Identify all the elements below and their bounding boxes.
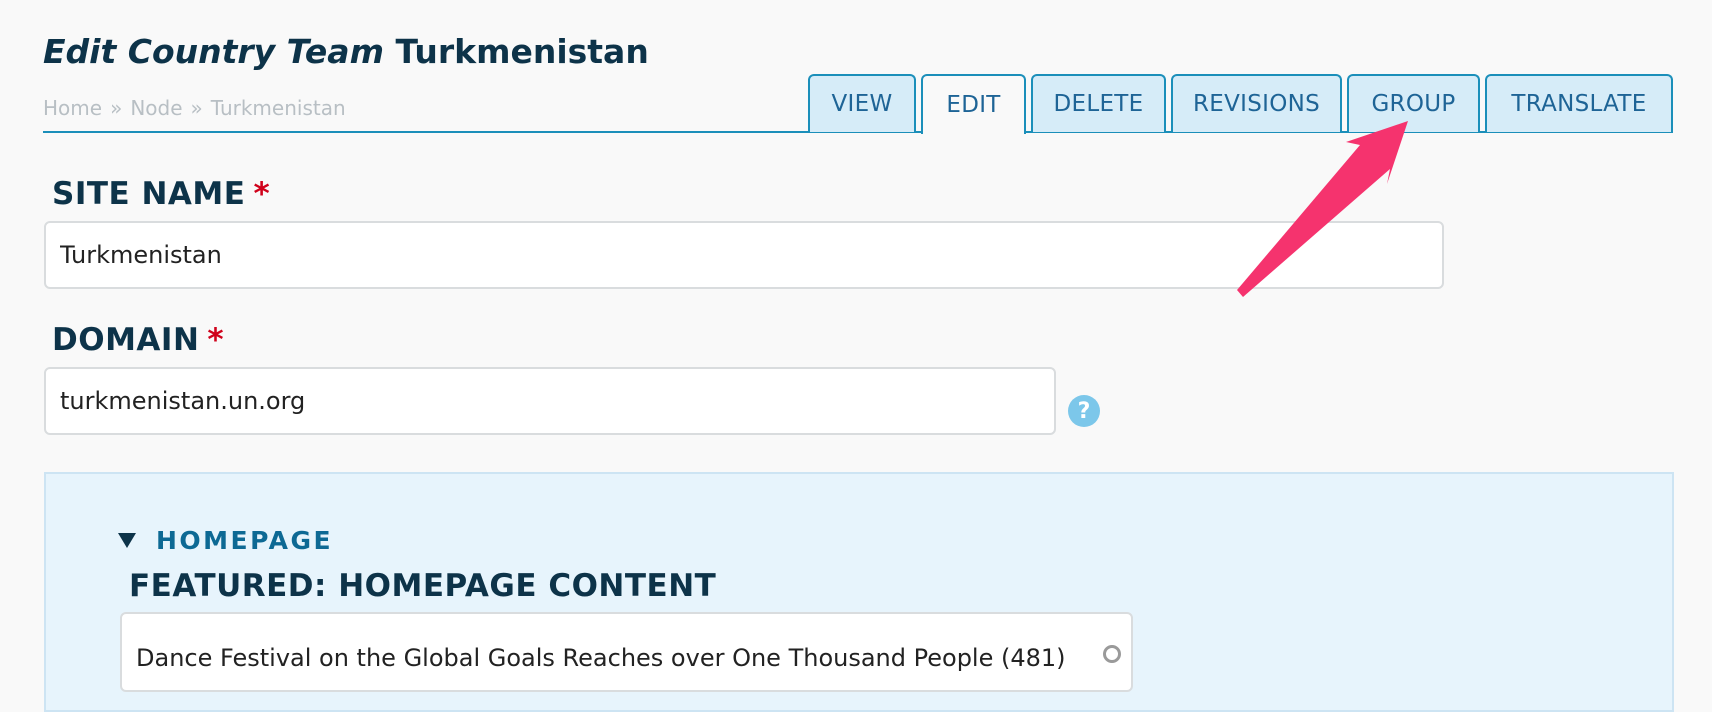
domain-label: DOMAIN * <box>52 322 224 358</box>
domain-input[interactable] <box>44 367 1056 435</box>
page-title: Edit Country Team Turkmenistan <box>43 32 649 71</box>
tab-group[interactable]: GROUP <box>1347 74 1480 132</box>
required-marker: * <box>207 322 225 358</box>
tab-edit[interactable]: EDIT <box>921 74 1026 134</box>
tab-delete[interactable]: DELETE <box>1031 74 1166 132</box>
site-name-input[interactable] <box>44 221 1444 289</box>
breadcrumb-separator: » <box>190 96 203 120</box>
breadcrumb-separator: » <box>110 96 123 120</box>
site-name-label: SITE NAME * <box>52 176 270 212</box>
tab-revisions[interactable]: REVISIONS <box>1171 74 1342 132</box>
site-name-label-text: SITE NAME <box>52 176 246 212</box>
homepage-fieldset-toggle[interactable]: HOMEPAGE <box>118 526 333 555</box>
page-title-prefix: Edit Country Team <box>43 32 384 71</box>
triangle-down-icon <box>118 533 136 548</box>
featured-content-value: Dance Festival on the Global Goals Reach… <box>136 644 1066 672</box>
homepage-legend: HOMEPAGE <box>156 526 334 555</box>
breadcrumb: Home » Node » Turkmenistan <box>43 96 346 120</box>
breadcrumb-current: Turkmenistan <box>210 96 346 120</box>
breadcrumb-node[interactable]: Node <box>130 96 182 120</box>
autocomplete-throbber-icon <box>1103 645 1121 663</box>
featured-content-label: FEATURED: HOMEPAGE CONTENT <box>129 568 717 604</box>
domain-label-text: DOMAIN <box>52 322 200 358</box>
tab-view[interactable]: VIEW <box>808 74 916 132</box>
help-icon[interactable]: ? <box>1068 395 1100 427</box>
tab-translate[interactable]: TRANSLATE <box>1485 74 1673 132</box>
breadcrumb-home[interactable]: Home <box>43 96 102 120</box>
featured-content-input[interactable]: Dance Festival on the Global Goals Reach… <box>120 612 1133 692</box>
page-title-name: Turkmenistan <box>395 32 649 71</box>
required-marker: * <box>253 176 271 212</box>
